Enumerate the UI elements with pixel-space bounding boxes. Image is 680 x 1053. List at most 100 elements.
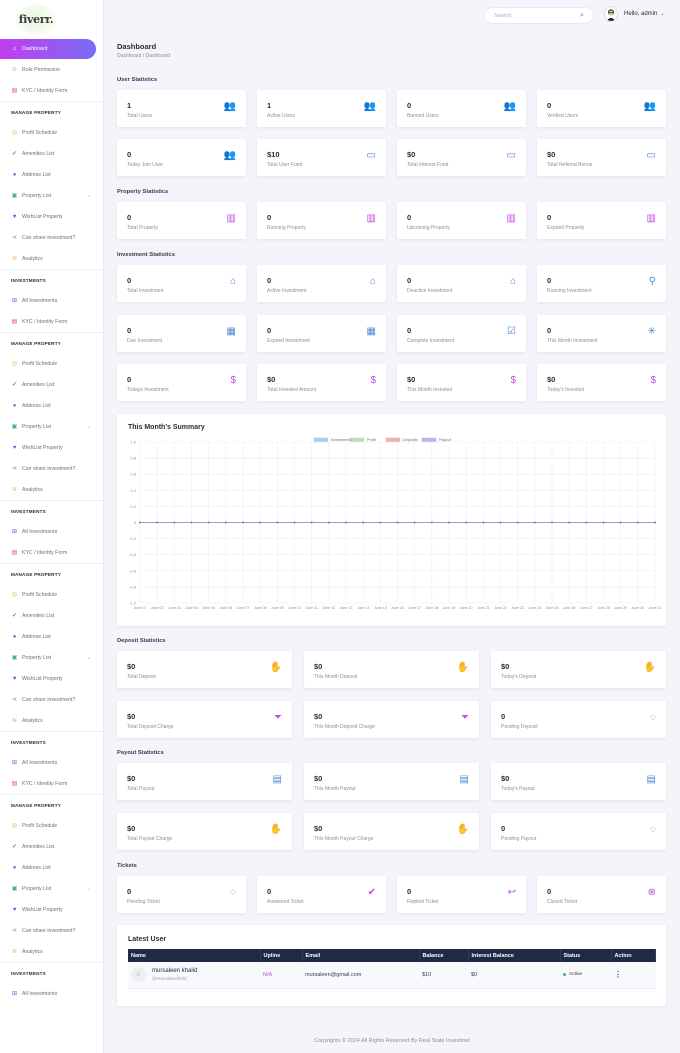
sidebar-item-amenities-list[interactable]: ✔ Amenities List <box>0 836 103 857</box>
user-name[interactable]: mursaleen khalid <box>152 968 197 974</box>
sidebar-item-kyc-identity-form[interactable]: ▤ KYC / Identity Form <box>0 80 103 101</box>
sidebar-item-profit-schedule[interactable]: ◎ Profit Schedule <box>0 815 103 836</box>
user-menu[interactable]: Hello, admin ⌄ <box>604 6 665 22</box>
col-name: Name <box>128 949 261 962</box>
x-tick-label: June 13 <box>340 606 353 610</box>
stat-card-total-payout-charge: $0 Total Payout Charge ✋ <box>117 813 292 850</box>
sidebar-item-can-share-investment[interactable]: ⋖ Can share investment? <box>0 458 103 479</box>
sidebar-item-all-investments[interactable]: ⊞ All Investments <box>0 521 103 542</box>
sidebar-item-address-list[interactable]: ● Address List <box>0 626 103 647</box>
sidebar-item-amenities-list[interactable]: ✔ Amenities List <box>0 143 103 164</box>
sidebar-item-wishlist-property[interactable]: ♥ WishList Property <box>0 899 103 920</box>
sidebar-item-amenities-list[interactable]: ✔ Amenities List <box>0 605 103 626</box>
sidebar-item-icon: ⋖ <box>11 466 18 472</box>
sidebar-item-role-permission[interactable]: ☺ Role Permission <box>0 59 103 80</box>
stat-value: $0 <box>314 712 323 721</box>
sidebar-item-can-share-investment[interactable]: ⋖ Can share investment? <box>0 920 103 941</box>
stat-card-today-join-user: 0 Today Join User 👥 <box>117 139 246 176</box>
table-header-row: Name Upline Email Balance Interest Balan… <box>128 949 656 962</box>
sidebar-item-property-list[interactable]: ▣ Property List ⌄ <box>0 647 103 668</box>
stat-label: This Month Payout Charge <box>314 836 374 842</box>
chevron-down-icon[interactable]: ⌄ <box>87 193 91 199</box>
stat-card-banned-users: 0 Banned Users 👥 <box>397 90 526 127</box>
sidebar-item-address-list[interactable]: ● Address List <box>0 164 103 185</box>
sidebar-item-analytics[interactable]: ≋ Analytics <box>0 248 103 269</box>
chevron-down-icon[interactable]: ⌄ <box>87 424 91 430</box>
footer-copyright: Copyrights © 2024 All Rights Reserved By… <box>314 1038 470 1044</box>
sidebar-item-icon: ▤ <box>11 550 18 556</box>
latest-user-card: Latest User Name Upline Email Balance In… <box>117 925 666 1006</box>
series-point <box>379 521 382 524</box>
stat-label: Today Join User <box>127 162 163 168</box>
user-greeting[interactable]: Hello, admin <box>624 11 657 17</box>
dollar-icon: $ <box>370 375 376 386</box>
sidebar-item-all-investments[interactable]: ⊞ All Investments <box>0 983 103 1004</box>
sidebar-item-can-share-investment[interactable]: ⋖ Can share investment? <box>0 227 103 248</box>
sidebar-item-all-investments[interactable]: ⊞ All Investments <box>0 290 103 311</box>
x-tick-label: June 30 <box>631 606 644 610</box>
sidebar-item-kyc-identity-form[interactable]: ▤ KYC / Identity Form <box>0 773 103 794</box>
sidebar-item-address-list[interactable]: ● Address List <box>0 857 103 878</box>
sidebar-item-amenities-list[interactable]: ✔ Amenities List <box>0 374 103 395</box>
x-tick-label: June 16 <box>391 606 404 610</box>
brand-logo[interactable]: fiverr. <box>0 0 103 38</box>
sidebar-menu: ⌂ Dashboard ☺ Role Permission ▤ KYC / Identit… <box>0 39 103 1004</box>
sidebar-item-wishlist-property[interactable]: ♥ WishList Property <box>0 437 103 458</box>
sidebar-item-kyc-identity-form[interactable]: ▤ KYC / Identity Form <box>0 542 103 563</box>
sidebar-item-all-investments[interactable]: ⊞ All Investments <box>0 752 103 773</box>
user-avatar-icon: ☺ <box>131 967 146 983</box>
stat-card-verified-users: 0 Verified Users 👥 <box>537 90 666 127</box>
col-action: Action <box>611 949 656 962</box>
stat-card-complete-investment: 0 Complete Investment ☑ <box>397 315 526 352</box>
col-upline: Upline <box>260 949 303 962</box>
x-tick-label: June 20 <box>460 606 473 610</box>
sidebar-item-profit-schedule[interactable]: ◎ Profit Schedule <box>0 122 103 143</box>
stat-value: $0 <box>314 774 323 783</box>
breadcrumb[interactable]: Dashboard / Dashboard <box>117 53 667 59</box>
money-icon: ▭ <box>646 150 656 161</box>
sidebar-item-wishlist-property[interactable]: ♥ WishList Property <box>0 668 103 689</box>
sidebar-item-analytics[interactable]: ≋ Analytics <box>0 479 103 500</box>
sidebar-item-can-share-investment[interactable]: ⋖ Can share investment? <box>0 689 103 710</box>
sidebar-item-icon: ▤ <box>11 781 18 787</box>
users-icon: 👥 <box>223 150 236 161</box>
chevron-down-icon[interactable]: ⌄ <box>87 886 91 892</box>
logo-text: fiverr. <box>18 12 54 26</box>
avatar[interactable] <box>604 6 618 22</box>
more-actions-icon[interactable]: ⋮ <box>614 970 622 979</box>
section-title-property: Property Statistics <box>117 189 169 195</box>
series-point <box>327 521 330 524</box>
store-icon: ⌂ <box>369 276 376 287</box>
stat-label: Today's Invested <box>547 387 585 393</box>
sidebar-item-property-list[interactable]: ▣ Property List ⌄ <box>0 416 103 437</box>
sidebar-item-address-list[interactable]: ● Address List <box>0 395 103 416</box>
series-point <box>224 521 227 524</box>
stat-value: 0 <box>501 712 506 721</box>
sidebar-item-kyc-identity-form[interactable]: ▤ KYC / Identity Form <box>0 311 103 332</box>
sidebar-item-analytics[interactable]: ≋ Analytics <box>0 710 103 731</box>
sidebar-item-label: WishList Property <box>22 675 63 682</box>
sidebar-item-analytics[interactable]: ≋ Analytics <box>0 941 103 962</box>
sidebar-item-dashboard[interactable]: ⌂ Dashboard <box>0 39 96 59</box>
chevron-down-icon[interactable]: ⌄ <box>87 655 91 661</box>
sidebar-item-property-list[interactable]: ▣ Property List ⌄ <box>0 878 103 899</box>
sidebar-item-profit-schedule[interactable]: ◎ Profit Schedule <box>0 353 103 374</box>
section-title-user: User Statistics <box>117 77 158 83</box>
stat-value: 1 <box>267 101 272 110</box>
chevron-down-icon[interactable]: ⌄ <box>660 11 664 17</box>
sidebar-item-profit-schedule[interactable]: ◎ Profit Schedule <box>0 584 103 605</box>
stat-card-this-month-deposit-charge: $0 This Month Deposit Charge ⏷ <box>304 701 479 738</box>
series-point <box>413 521 416 524</box>
legend-label: Deposits <box>403 438 418 442</box>
sidebar-item-label: Profit Schedule <box>22 822 58 829</box>
col-balance: Balance <box>419 949 469 962</box>
search-box[interactable]: Search ⌕ <box>484 7 594 24</box>
search-icon[interactable]: ⌕ <box>580 12 584 20</box>
dollar-icon: $ <box>510 375 516 386</box>
sidebar-item-wishlist-property[interactable]: ♥ WishList Property <box>0 206 103 227</box>
sidebar-item-property-list[interactable]: ▣ Property List ⌄ <box>0 185 103 206</box>
x-tick-label: June 07 <box>237 606 250 610</box>
stat-label: Active Users <box>267 113 296 119</box>
table-row[interactable]: ☺ mursaleen khalid @mursaleenkhld N/A mu… <box>128 962 656 989</box>
search-input[interactable]: Search <box>494 13 511 19</box>
